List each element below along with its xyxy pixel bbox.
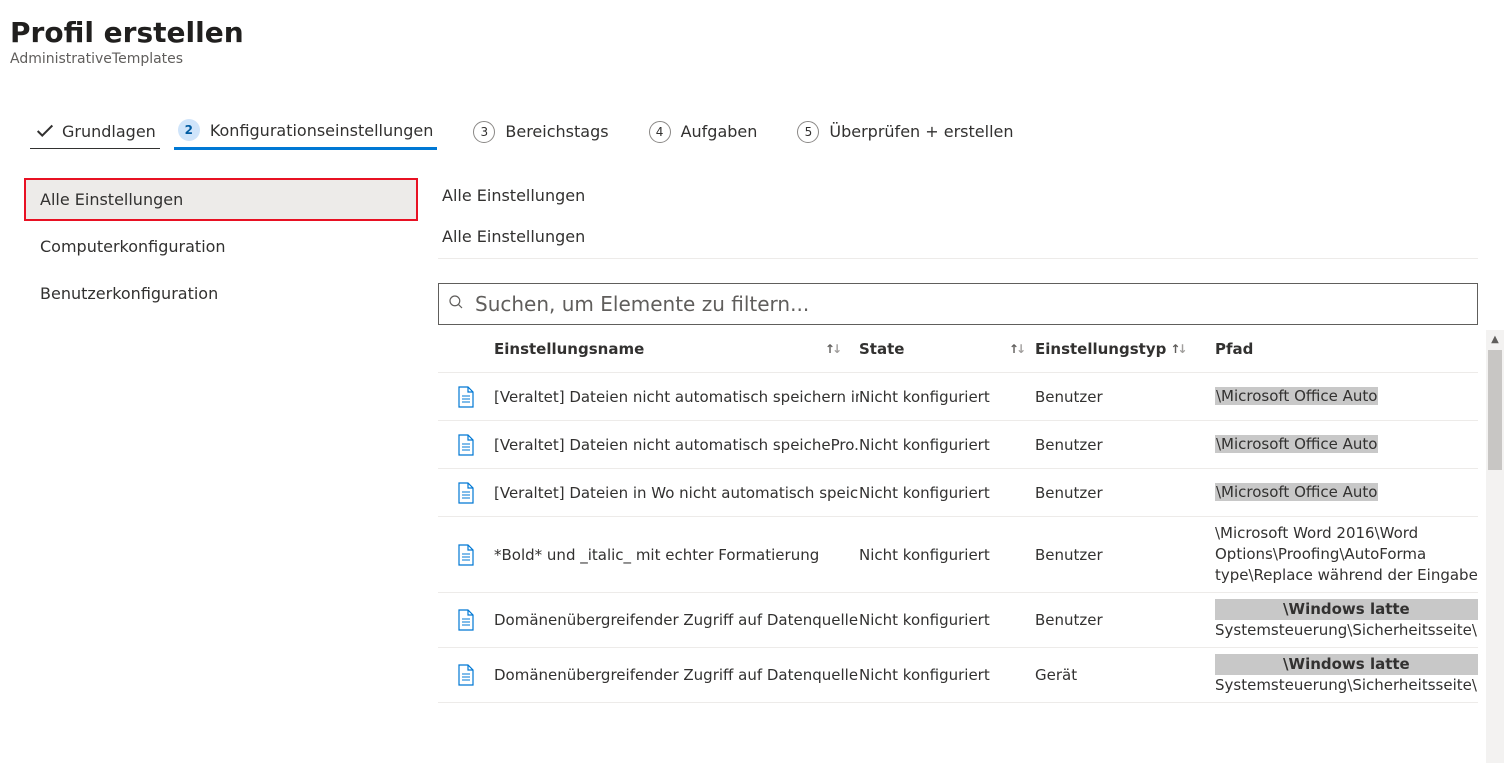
sort-icon: ↑↓ (825, 343, 839, 355)
content-heading: Alle Einstellungen (438, 209, 1478, 259)
table-body: [Veraltet] Dateien nicht automatisch spe… (438, 373, 1478, 703)
cell-state: Nicht konfiguriert (859, 666, 1035, 684)
cell-state: Nicht konfiguriert (859, 546, 1035, 564)
cell-state: Nicht konfiguriert (859, 611, 1035, 629)
cell-path: \Microsoft Office Auto (1215, 434, 1478, 455)
sidebar-item-benutzerkonfiguration[interactable]: Benutzerkonfiguration (24, 272, 418, 315)
wizard-step-ueberpruefen[interactable]: 5 Überprüfen + erstellen (793, 115, 1017, 149)
settings-table: Einstellungsname ↑↓ State ↑↓ Einstellung… (438, 325, 1478, 703)
wizard-step-label: Überprüfen + erstellen (829, 122, 1013, 141)
page-title: Profil erstellen (10, 16, 1484, 49)
wizard-step-aufgaben[interactable]: 4 Aufgaben (645, 115, 762, 149)
cell-type: Benutzer (1035, 388, 1215, 406)
sidebar-item-alle-einstellungen[interactable]: Alle Einstellungen (24, 178, 418, 221)
document-icon (457, 386, 475, 408)
cell-name: Domänenübergreifender Zugriff auf Datenq… (494, 666, 859, 684)
cell-type: Benutzer (1035, 546, 1215, 564)
table-row[interactable]: [Veraltet] Dateien nicht automatisch spe… (438, 421, 1478, 469)
table-row[interactable]: [Veraltet] Dateien in Wo nicht automatis… (438, 469, 1478, 517)
column-header-type[interactable]: Einstellungstyp ↑↓ (1035, 340, 1215, 358)
cell-name: [Veraltet] Dateien nicht automatisch spe… (494, 388, 859, 406)
document-icon (457, 664, 475, 686)
wizard-steps: Grundlagen 2 Konfigurationseinstellungen… (10, 113, 1484, 150)
document-icon (457, 609, 475, 631)
column-header-path[interactable]: Pfad (1215, 340, 1478, 358)
cell-type: Benutzer (1035, 484, 1215, 502)
cell-state: Nicht konfiguriert (859, 484, 1035, 502)
vertical-scrollbar[interactable]: ▲ (1486, 330, 1504, 763)
wizard-step-grundlagen[interactable]: Grundlagen (30, 114, 160, 149)
wizard-step-label: Bereichstags (505, 122, 608, 141)
wizard-step-konfiguration[interactable]: 2 Konfigurationseinstellungen (174, 113, 438, 150)
breadcrumb: Alle Einstellungen (438, 176, 1478, 209)
settings-tree-sidebar: Alle Einstellungen Computerkonfiguration… (10, 176, 418, 703)
page-subtitle: AdministrativeTemplates (10, 51, 1484, 67)
wizard-step-label: Konfigurationseinstellungen (210, 121, 434, 140)
page-root: Profil erstellen AdministrativeTemplates… (0, 0, 1504, 763)
cell-path: \Windows latteSystemsteuerung\Sicherheit… (1215, 599, 1478, 641)
search-input[interactable] (473, 291, 1469, 317)
cell-type: Benutzer (1035, 436, 1215, 454)
step-number-badge: 3 (473, 121, 495, 143)
cell-type: Benutzer (1035, 611, 1215, 629)
cell-name: [Veraltet] Dateien in Wo nicht automatis… (494, 484, 859, 502)
table-row[interactable]: [Veraltet] Dateien nicht automatisch spe… (438, 373, 1478, 421)
cell-state: Nicht konfiguriert (859, 388, 1035, 406)
wizard-step-bereichstags[interactable]: 3 Bereichstags (469, 115, 612, 149)
column-header-state[interactable]: State ↑↓ (859, 340, 1035, 358)
document-icon (457, 482, 475, 504)
step-number-badge: 4 (649, 121, 671, 143)
cell-name: [Veraltet] Dateien nicht automatisch spe… (494, 436, 859, 454)
sidebar-item-computerkonfiguration[interactable]: Computerkonfiguration (24, 225, 418, 268)
document-icon (457, 544, 475, 566)
sort-icon: ↑↓ (1170, 343, 1184, 355)
table-row[interactable]: Domänenübergreifender Zugriff auf Datenq… (438, 648, 1478, 703)
scroll-thumb[interactable] (1488, 350, 1502, 470)
step-number-badge: 2 (178, 119, 200, 141)
scroll-up-button[interactable]: ▲ (1486, 330, 1504, 348)
cell-name: *Bold* und _italic_ mit echter Formatier… (494, 546, 859, 564)
content-body: Alle Einstellungen Computerkonfiguration… (10, 176, 1484, 703)
wizard-step-label: Grundlagen (62, 122, 156, 141)
wizard-step-label: Aufgaben (681, 122, 758, 141)
search-box[interactable] (438, 283, 1478, 325)
cell-name: Domänenübergreifender Zugriff auf Datenq… (494, 611, 859, 629)
table-header: Einstellungsname ↑↓ State ↑↓ Einstellung… (438, 325, 1478, 373)
cell-state: Nicht konfiguriert (859, 436, 1035, 454)
table-row[interactable]: *Bold* und _italic_ mit echter Formatier… (438, 517, 1478, 593)
cell-path: \Windows latteSystemsteuerung\Sicherheit… (1215, 654, 1478, 696)
cell-path: \Microsoft Office Auto (1215, 386, 1478, 407)
sort-icon: ↑↓ (1009, 343, 1023, 355)
column-header-name[interactable]: Einstellungsname ↑↓ (494, 340, 859, 358)
cell-path: \Microsoft Office Auto (1215, 482, 1478, 503)
settings-content: Alle Einstellungen Alle Einstellungen Ei… (418, 176, 1504, 703)
step-number-badge: 5 (797, 121, 819, 143)
cell-path: \Microsoft Word 2016\WordOptions\Proofin… (1215, 523, 1478, 586)
document-icon (457, 434, 475, 456)
table-row[interactable]: Domänenübergreifender Zugriff auf Datenq… (438, 593, 1478, 648)
checkmark-icon (34, 120, 56, 142)
cell-type: Gerät (1035, 666, 1215, 684)
search-icon (447, 293, 473, 315)
